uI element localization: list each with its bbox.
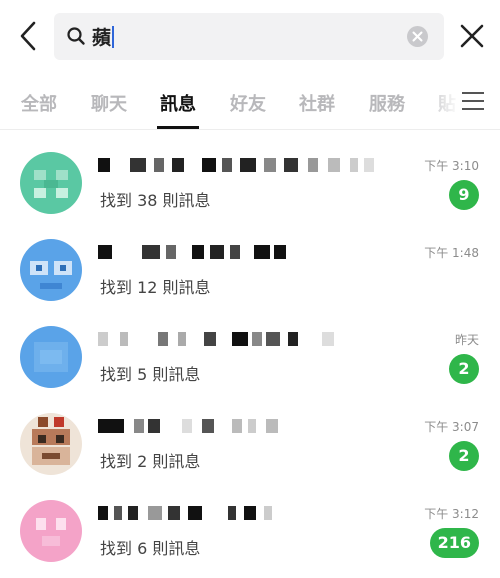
contact-name-redacted <box>98 419 398 441</box>
search-query-text: 蘋 <box>92 27 112 49</box>
match-count-text: 找到 6 則訊息 <box>100 539 201 558</box>
hamburger-menu-icon <box>462 92 484 94</box>
match-count-text: 找到 38 則訊息 <box>100 191 211 210</box>
unread-badge: 2 <box>449 354 479 384</box>
tab-all[interactable]: 全部 <box>21 90 57 116</box>
tab-communities[interactable]: 社群 <box>299 90 335 116</box>
match-count-text: 找到 12 則訊息 <box>100 278 211 297</box>
unread-badge: 216 <box>429 528 479 558</box>
text-caret <box>112 26 115 48</box>
clear-icon <box>412 31 423 42</box>
list-item[interactable]: 找到 5 則訊息 昨天 2 <box>0 314 500 401</box>
avatar <box>20 152 82 214</box>
unread-badge: 9 <box>449 180 479 210</box>
search-field[interactable]: 蘋 <box>54 13 444 60</box>
unread-badge: 2 <box>449 441 479 471</box>
category-tabs: 全部 聊天 訊息 好友 社群 服務 貼 <box>0 72 500 130</box>
contact-name-redacted <box>98 158 398 180</box>
contact-name-redacted <box>98 332 398 354</box>
back-button[interactable] <box>14 18 44 54</box>
avatar <box>20 239 82 301</box>
timestamp: 下午 3:07 <box>424 420 479 434</box>
timestamp: 下午 3:10 <box>424 159 479 173</box>
close-icon <box>460 24 484 48</box>
match-count-text: 找到 5 則訊息 <box>100 365 201 384</box>
timestamp: 昨天 <box>454 333 479 347</box>
tab-services[interactable]: 服務 <box>369 90 405 116</box>
avatar <box>20 413 82 475</box>
tab-friends[interactable]: 好友 <box>230 90 266 116</box>
list-item[interactable]: 找到 38 則訊息 下午 3:10 9 <box>0 140 500 227</box>
chevron-left-icon <box>20 21 36 51</box>
tab-chats[interactable]: 聊天 <box>91 90 127 116</box>
list-item[interactable]: 找到 6 則訊息 下午 3:12 216 <box>0 488 500 575</box>
search-results-list: 找到 38 則訊息 下午 3:10 9 找到 12 則訊息 下午 1:48 找到… <box>0 140 500 575</box>
tabs-fade-overlay <box>420 80 460 124</box>
contact-name-redacted <box>98 245 398 267</box>
timestamp: 下午 3:12 <box>424 507 479 521</box>
search-icon <box>67 27 85 45</box>
contact-name-redacted <box>98 506 398 528</box>
list-item[interactable]: 找到 2 則訊息 下午 3:07 2 <box>0 401 500 488</box>
search-input[interactable]: 蘋 <box>92 23 115 50</box>
search-header: 蘋 <box>0 0 500 72</box>
avatar <box>20 326 82 388</box>
tabs-menu-button[interactable] <box>462 92 484 110</box>
active-tab-indicator <box>157 126 199 129</box>
list-item[interactable]: 找到 12 則訊息 下午 1:48 <box>0 227 500 314</box>
tab-messages[interactable]: 訊息 <box>160 90 196 116</box>
timestamp: 下午 1:48 <box>424 246 479 260</box>
close-button[interactable] <box>456 20 488 52</box>
clear-search-button[interactable] <box>407 26 428 47</box>
match-count-text: 找到 2 則訊息 <box>100 452 201 471</box>
avatar <box>20 500 82 562</box>
